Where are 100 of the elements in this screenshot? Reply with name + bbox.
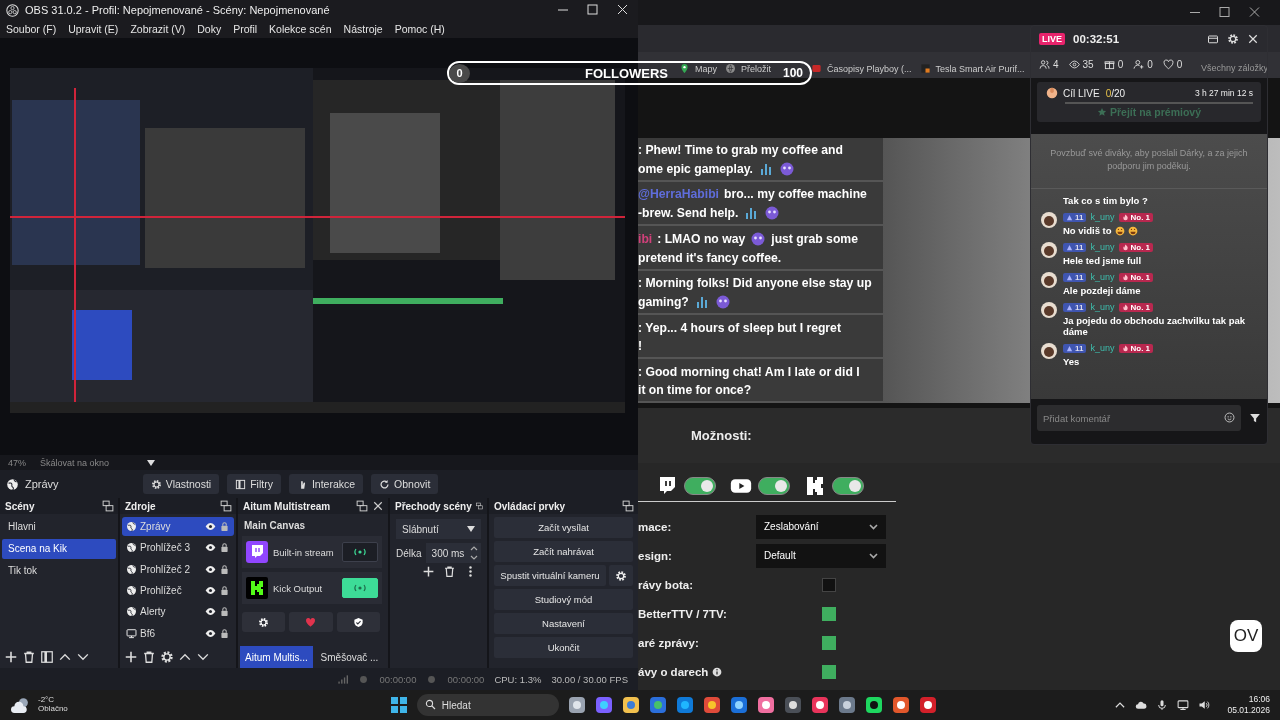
eye-icon[interactable] [205, 563, 216, 575]
eye-icon[interactable] [205, 585, 216, 597]
add-icon[interactable] [422, 565, 435, 578]
checkbox[interactable] [822, 606, 836, 621]
bookmark[interactable]: Mapy [679, 63, 717, 74]
app-icon[interactable] [837, 696, 856, 714]
network-icon[interactable] [1177, 699, 1190, 711]
menu-item[interactable]: Zobrazit (V) [130, 23, 186, 35]
undock-icon[interactable] [356, 500, 368, 512]
cloud-icon[interactable] [1135, 699, 1148, 711]
transition-dropdown[interactable]: Slábnutí [396, 519, 481, 539]
menu-item[interactable]: Soubor (F) [6, 23, 57, 35]
menu-item[interactable]: Nástroje [343, 23, 383, 35]
output-toggle[interactable] [342, 578, 378, 598]
source-item[interactable]: Bf6 [122, 623, 234, 643]
microphone-icon[interactable] [1156, 699, 1169, 711]
app-icon[interactable] [648, 696, 667, 714]
source-item[interactable]: Zprávy [122, 517, 234, 537]
toggle-switch[interactable] [832, 477, 864, 495]
source-item[interactable]: Prohlížeč 3 [122, 538, 234, 558]
scene-item[interactable]: Tik tok [2, 561, 116, 581]
close-icon[interactable] [372, 500, 384, 512]
checkbox[interactable] [822, 664, 836, 679]
trash-icon[interactable] [142, 650, 156, 664]
trash-icon[interactable] [443, 565, 456, 578]
scene-item[interactable]: Hlavni [2, 517, 116, 537]
close-icon[interactable] [1247, 33, 1259, 45]
speaker-icon[interactable] [1198, 699, 1211, 711]
source-item[interactable]: Prohlížeč [122, 581, 234, 601]
app-icon[interactable] [756, 696, 775, 714]
eye-icon[interactable] [205, 627, 216, 639]
shield-button[interactable] [336, 612, 380, 632]
settings-icon[interactable] [160, 650, 174, 664]
app-icon[interactable] [864, 696, 883, 714]
filter-icon[interactable] [40, 650, 54, 664]
settings-button[interactable] [609, 565, 633, 586]
weather-icon[interactable] [10, 696, 30, 714]
toolbar-button[interactable]: Vlastnosti [142, 474, 220, 494]
checkbox[interactable] [822, 635, 836, 650]
lock-icon[interactable] [219, 563, 230, 575]
control-button[interactable]: Začít nahrávat [494, 541, 633, 562]
search-field[interactable]: Hledat [416, 694, 559, 716]
scale-dropdown[interactable]: Škálovat na okno [36, 457, 159, 468]
app-icon[interactable] [918, 696, 937, 714]
lock-icon[interactable] [219, 585, 230, 597]
trash-icon[interactable] [22, 650, 36, 664]
control-button[interactable]: Ukončit [494, 637, 633, 658]
settings-button[interactable] [242, 612, 286, 632]
start-icon[interactable] [389, 696, 408, 714]
output-toggle[interactable] [342, 542, 378, 562]
undock-icon[interactable] [102, 500, 114, 512]
app-icon[interactable] [729, 696, 748, 714]
toggle-switch[interactable] [758, 477, 790, 495]
checkbox[interactable] [822, 577, 836, 592]
eye-icon[interactable] [205, 521, 216, 533]
menu-item[interactable]: Upravit (E) [68, 23, 119, 35]
scene-item[interactable]: Scena na Kik [2, 539, 116, 559]
dropdown[interactable]: Zeslabování [756, 514, 886, 539]
app-icon[interactable] [783, 696, 802, 714]
toolbar-button[interactable]: Filtry [227, 474, 281, 494]
bookmark[interactable]: Přeložit [725, 63, 772, 74]
dropdown[interactable]: Default [756, 543, 886, 568]
app-icon[interactable] [621, 696, 640, 714]
app-icon[interactable] [567, 696, 586, 714]
emoji-icon[interactable] [1224, 412, 1235, 423]
toolbar-button[interactable]: Obnovit [371, 474, 439, 494]
toolbar-button[interactable]: Interakce [288, 474, 364, 494]
source-item[interactable]: Alerty [122, 602, 234, 622]
bookmark[interactable]: Tesla Smart Air Purif... [919, 63, 1025, 74]
app-icon[interactable] [594, 696, 613, 714]
control-button[interactable]: Spustit virtuální kameru [494, 565, 606, 586]
settings-icon[interactable] [1227, 33, 1239, 45]
add-icon[interactable] [4, 650, 18, 664]
lock-icon[interactable] [219, 542, 230, 554]
window-icon[interactable] [1207, 33, 1219, 45]
control-button[interactable]: Studiový mód [494, 589, 633, 610]
bookmark[interactable]: Časopisy Playboy (... [811, 63, 912, 74]
lock-icon[interactable] [219, 521, 230, 533]
add-icon[interactable] [124, 650, 138, 664]
undock-icon[interactable] [622, 500, 634, 512]
undock-icon[interactable] [220, 500, 232, 512]
app-icon[interactable] [810, 696, 829, 714]
app-icon[interactable] [675, 696, 694, 714]
eye-icon[interactable] [205, 606, 216, 618]
undock-icon[interactable] [475, 500, 483, 512]
tab[interactable]: Aitum Multis... [240, 646, 313, 668]
lock-icon[interactable] [219, 627, 230, 639]
bookmark[interactable]: Všechny záložky [1200, 63, 1280, 73]
app-icon[interactable] [891, 696, 910, 714]
menu-item[interactable]: Kolekce scén [269, 23, 332, 35]
menu-item[interactable]: Pomoc (H) [394, 23, 445, 35]
app-icon[interactable] [702, 696, 721, 714]
menu-item[interactable]: Profil [233, 23, 258, 35]
control-button[interactable]: Začít vysílat [494, 517, 633, 538]
source-item[interactable]: Prohlížeč 2 [122, 559, 234, 579]
menu-item[interactable]: Doky [197, 23, 222, 35]
eye-icon[interactable] [205, 542, 216, 554]
duration-field[interactable]: 300 ms [425, 543, 481, 563]
toggle-switch[interactable] [684, 477, 716, 495]
control-button[interactable]: Nastavení [494, 613, 633, 634]
